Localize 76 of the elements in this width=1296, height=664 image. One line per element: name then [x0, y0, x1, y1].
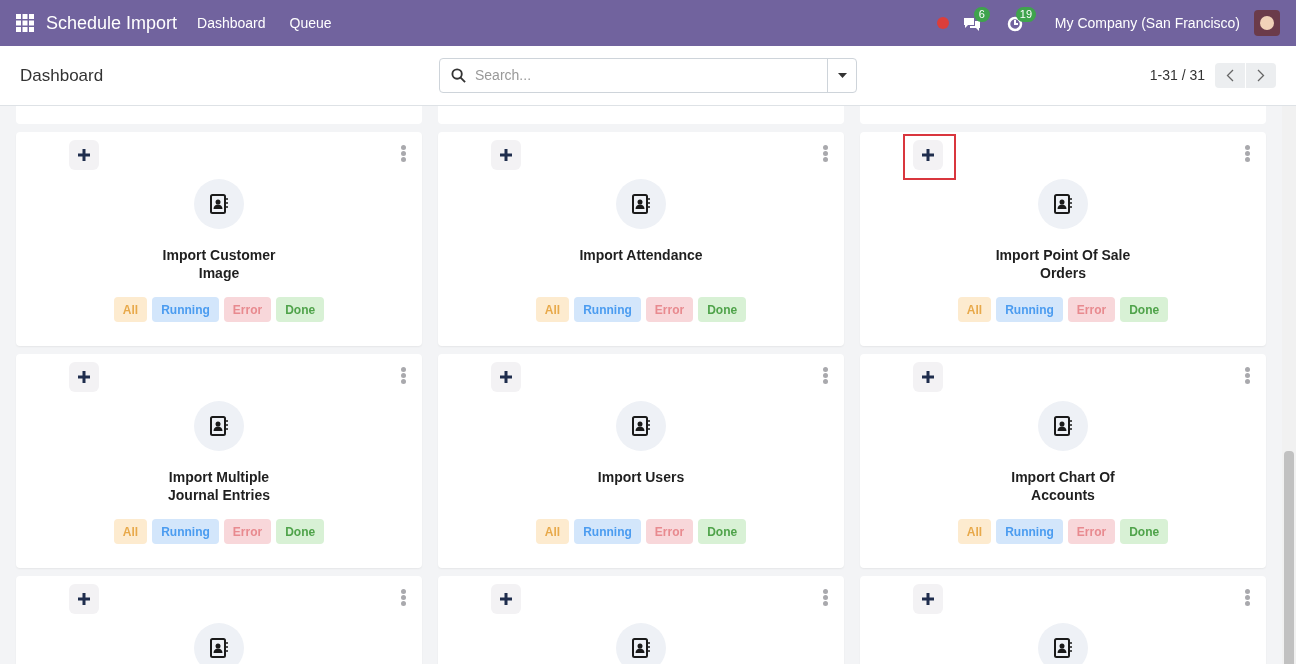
chevron-right-icon: [1257, 69, 1265, 82]
add-button[interactable]: [491, 140, 521, 170]
contact-book-icon: [631, 416, 651, 436]
plus-icon: [500, 371, 512, 383]
avatar-icon[interactable]: [1254, 10, 1280, 36]
add-button[interactable]: [913, 140, 943, 170]
filter-button[interactable]: All: [535, 519, 570, 544]
filter-button[interactable]: Running: [152, 519, 219, 544]
filter-button[interactable]: Error: [1067, 297, 1116, 322]
add-button[interactable]: [491, 362, 521, 392]
plus-icon: [922, 593, 934, 605]
filter-button[interactable]: All: [535, 297, 570, 322]
contact-book-icon: [209, 194, 229, 214]
plus-icon: [78, 149, 90, 161]
card-title: Import Users: [597, 468, 685, 486]
filter-button[interactable]: Running: [996, 519, 1063, 544]
app-name: Schedule Import: [46, 11, 178, 35]
contact-book-icon: [631, 194, 651, 214]
caret-icon: [837, 73, 847, 78]
plus-icon: [922, 149, 934, 161]
add-button[interactable]: [913, 362, 943, 392]
contact-book-icon: [209, 638, 229, 658]
search-icon: [451, 68, 466, 83]
nav-link[interactable]: Dashboard: [193, 12, 270, 34]
contact-book-icon: [1053, 416, 1073, 436]
company-name[interactable]: My Company (San Francisco): [1054, 12, 1240, 34]
add-button[interactable]: [69, 362, 99, 392]
page-title: Dashboard: [20, 64, 105, 87]
activities-count-badge: 19: [1015, 7, 1037, 22]
add-button[interactable]: [491, 584, 521, 614]
filter-button[interactable]: Error: [223, 519, 272, 544]
plus-icon: [922, 371, 934, 383]
card-title: Import Customer Image: [161, 246, 277, 282]
clock-icon[interactable]: [1006, 16, 1023, 32]
plus-icon: [78, 371, 90, 383]
filter-button[interactable]: Running: [996, 297, 1063, 322]
contact-book-icon: [209, 416, 229, 436]
search-bar[interactable]: Search...: [439, 58, 857, 93]
filter-button[interactable]: Done: [1120, 297, 1169, 322]
filter-button[interactable]: All: [113, 297, 148, 322]
filter-button[interactable]: Running: [574, 519, 641, 544]
search-field[interactable]: Search...: [475, 65, 827, 86]
card-title: Import Multiple Journal Entries: [167, 468, 271, 504]
filter-button[interactable]: All: [113, 519, 148, 544]
nav-link[interactable]: Queue: [285, 12, 336, 34]
pager-value: 1-31 / 31: [1149, 66, 1205, 85]
card-title: Import Point Of Sale Orders: [994, 246, 1132, 282]
app-grid-icon[interactable]: [16, 14, 34, 32]
chevron-left-icon: [1226, 69, 1234, 82]
add-button[interactable]: [69, 584, 99, 614]
add-button[interactable]: [69, 140, 99, 170]
filter-button[interactable]: All: [957, 519, 992, 544]
filter-button[interactable]: Running: [152, 297, 219, 322]
contact-book-icon: [1053, 194, 1073, 214]
card-title: Import Chart Of Accounts: [1010, 468, 1116, 504]
plus-icon: [500, 593, 512, 605]
chat-bubbles-icon[interactable]: [962, 16, 981, 32]
filter-button[interactable]: Error: [645, 519, 694, 544]
filter-button[interactable]: Error: [1067, 519, 1116, 544]
filter-button[interactable]: Error: [223, 297, 272, 322]
filter-button[interactable]: Done: [1120, 519, 1169, 544]
filter-button[interactable]: Error: [645, 297, 694, 322]
messages-count-badge: 6: [973, 7, 990, 22]
plus-icon: [500, 149, 512, 161]
filter-button[interactable]: Done: [276, 297, 325, 322]
card-title: Import Attendance: [579, 246, 703, 264]
filter-button[interactable]: Done: [698, 297, 747, 322]
contact-book-icon: [1053, 638, 1073, 658]
filter-button[interactable]: All: [957, 297, 992, 322]
plus-icon: [78, 593, 90, 605]
contact-book-icon: [631, 638, 651, 658]
scrollbar[interactable]: [1282, 106, 1296, 664]
filter-button[interactable]: Done: [276, 519, 325, 544]
filter-button[interactable]: Done: [698, 519, 747, 544]
filter-button[interactable]: Running: [574, 297, 641, 322]
add-button[interactable]: [913, 584, 943, 614]
